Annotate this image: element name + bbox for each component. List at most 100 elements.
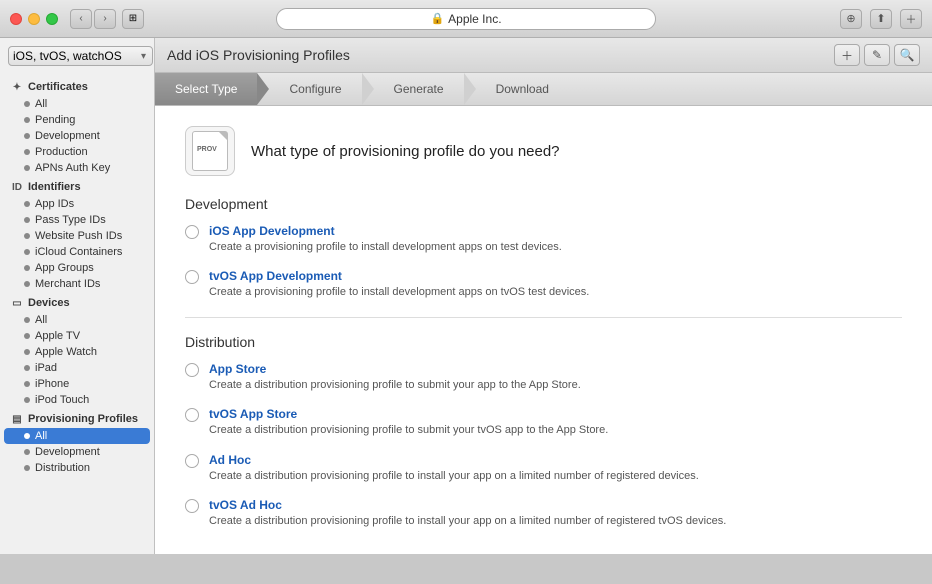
sidebar-item-prov-all[interactable]: All xyxy=(4,428,150,444)
search-button[interactable]: 🔍 xyxy=(894,44,920,66)
maximize-button[interactable] xyxy=(46,13,58,25)
radio-ios-app-development[interactable]: iOS App Development Create a provisionin… xyxy=(185,224,902,255)
sidebar-item-website-push[interactable]: Website Push IDs xyxy=(0,228,154,244)
sidebar-item-devices-all[interactable]: All xyxy=(0,312,154,328)
sidebar-item-app-ids[interactable]: App IDs xyxy=(0,196,154,212)
radio-adhoc-btn[interactable] xyxy=(185,454,199,468)
bullet-icon xyxy=(24,117,30,123)
provisioning-label: Provisioning Profiles xyxy=(28,413,138,425)
tvos-dev-label: tvOS App Development xyxy=(209,269,589,283)
sidebar-item-ipod[interactable]: iPod Touch xyxy=(0,392,154,408)
sidebar: iOS, tvOS, watchOS macOS ▾ ✦ Certificate… xyxy=(0,38,155,554)
sidebar-item-ipad[interactable]: iPad xyxy=(0,360,154,376)
lock-icon: 🔒 xyxy=(430,12,444,25)
bullet-icon xyxy=(24,217,30,223)
content-header-bar: Add iOS Provisioning Profiles ＋ ✎ 🔍 xyxy=(155,38,932,73)
tvos-adhoc-desc: Create a distribution provisioning profi… xyxy=(209,514,726,529)
sidebar-item-icloud[interactable]: iCloud Containers xyxy=(0,244,154,260)
bullet-icon xyxy=(24,249,30,255)
titlebar-right: ⊕ ⬆ ＋ xyxy=(840,9,922,29)
radio-tvos-adhoc-btn[interactable] xyxy=(185,499,199,513)
titlebar: ‹ › ⊞ 🔒 Apple Inc. ⊕ ⬆ ＋ xyxy=(0,0,932,38)
appstore-desc: Create a distribution provisioning profi… xyxy=(209,378,581,393)
content-body: PROV What type of provisioning profile d… xyxy=(155,106,932,554)
sidebar-item-merchant[interactable]: Merchant IDs xyxy=(0,276,154,292)
sidebar-item-app-groups[interactable]: App Groups xyxy=(0,260,154,276)
traffic-lights xyxy=(10,13,58,25)
step-select-type[interactable]: Select Type xyxy=(155,73,257,105)
sidebar-item-cert-apns[interactable]: APNs Auth Key xyxy=(0,160,154,176)
url-bar[interactable]: 🔒 Apple Inc. xyxy=(276,8,656,30)
tab-icon: ⊞ xyxy=(122,9,144,29)
bullet-icon xyxy=(24,465,30,471)
prov-file-fold xyxy=(219,132,227,140)
sidebar-item-cert-production[interactable]: Production xyxy=(0,144,154,160)
content-question-header: PROV What type of provisioning profile d… xyxy=(185,126,902,176)
radio-tvos-app-development[interactable]: tvOS App Development Create a provisioni… xyxy=(185,269,902,300)
radio-ad-hoc[interactable]: Ad Hoc Create a distribution provisionin… xyxy=(185,453,902,484)
minimize-button[interactable] xyxy=(28,13,40,25)
bullet-icon xyxy=(24,365,30,371)
step-download-label: Download xyxy=(496,82,549,96)
radio-ios-btn[interactable] xyxy=(185,225,199,239)
certificates-label: Certificates xyxy=(28,81,88,93)
sidebar-item-cert-all[interactable]: All xyxy=(0,96,154,112)
prov-file-inner: PROV xyxy=(192,131,228,171)
bullet-icon xyxy=(24,149,30,155)
content-panel: Add iOS Provisioning Profiles ＋ ✎ 🔍 Sele… xyxy=(155,38,932,554)
cert-icon: ✦ xyxy=(10,80,24,94)
share-button[interactable]: ⬆ xyxy=(870,9,892,29)
edit-button[interactable]: ✎ xyxy=(864,44,890,66)
back-button[interactable]: ‹ xyxy=(70,9,92,29)
sidebar-item-pass-type-ids[interactable]: Pass Type IDs xyxy=(0,212,154,228)
prov-file-icon: PROV xyxy=(185,126,235,176)
sidebar-item-cert-development[interactable]: Development xyxy=(0,128,154,144)
bullet-icon xyxy=(24,201,30,207)
sidebar-item-prov-development[interactable]: Development xyxy=(0,444,154,460)
sidebar-item-iphone[interactable]: iPhone xyxy=(0,376,154,392)
sidebar-item-apple-tv[interactable]: Apple TV xyxy=(0,328,154,344)
add-button[interactable]: ＋ xyxy=(834,44,860,66)
close-button[interactable] xyxy=(10,13,22,25)
distribution-section-title: Distribution xyxy=(185,334,902,350)
radio-appstore-btn[interactable] xyxy=(185,363,199,377)
tvos-appstore-desc: Create a distribution provisioning profi… xyxy=(209,423,608,438)
development-section-title: Development xyxy=(185,196,902,212)
step-configure[interactable]: Configure xyxy=(269,73,361,105)
adhoc-desc: Create a distribution provisioning profi… xyxy=(209,469,699,484)
step-arrow-2 xyxy=(362,73,374,105)
bullet-icon xyxy=(24,349,30,355)
step-configure-label: Configure xyxy=(289,82,341,96)
bullet-icon xyxy=(24,433,30,439)
devices-label: Devices xyxy=(28,297,70,309)
step-download[interactable]: Download xyxy=(476,73,569,105)
radio-app-store[interactable]: App Store Create a distribution provisio… xyxy=(185,362,902,393)
sidebar-item-cert-pending[interactable]: Pending xyxy=(0,112,154,128)
bullet-icon xyxy=(24,281,30,287)
radio-tvos-btn[interactable] xyxy=(185,270,199,284)
prov-icon: ▤ xyxy=(10,412,24,426)
steps-bar: Select Type Configure Generate Download xyxy=(155,73,932,106)
platform-dropdown[interactable]: iOS, tvOS, watchOS macOS xyxy=(8,46,153,66)
bullet-icon xyxy=(24,381,30,387)
prov-file-text: PROV xyxy=(197,146,217,153)
radio-tvos-ad-hoc[interactable]: tvOS Ad Hoc Create a distribution provis… xyxy=(185,498,902,529)
sidebar-item-apple-watch[interactable]: Apple Watch xyxy=(0,344,154,360)
radio-tvos-appstore-btn[interactable] xyxy=(185,408,199,422)
main-layout: iOS, tvOS, watchOS macOS ▾ ✦ Certificate… xyxy=(0,38,932,554)
bullet-icon xyxy=(24,449,30,455)
adhoc-label: Ad Hoc xyxy=(209,453,699,467)
forward-button[interactable]: › xyxy=(94,9,116,29)
appstore-label: App Store xyxy=(209,362,581,376)
ios-dev-desc: Create a provisioning profile to install… xyxy=(209,240,562,255)
new-tab-button[interactable]: ＋ xyxy=(900,9,922,29)
identifiers-label: Identifiers xyxy=(28,181,81,193)
bullet-icon xyxy=(24,333,30,339)
tvos-dev-desc: Create a provisioning profile to install… xyxy=(209,285,589,300)
url-text: Apple Inc. xyxy=(448,12,501,26)
nav-arrows: ‹ › xyxy=(70,9,116,29)
sidebar-item-prov-distribution[interactable]: Distribution xyxy=(0,460,154,476)
step-generate[interactable]: Generate xyxy=(374,73,464,105)
bookmark-button[interactable]: ⊕ xyxy=(840,9,862,29)
radio-tvos-app-store[interactable]: tvOS App Store Create a distribution pro… xyxy=(185,407,902,438)
